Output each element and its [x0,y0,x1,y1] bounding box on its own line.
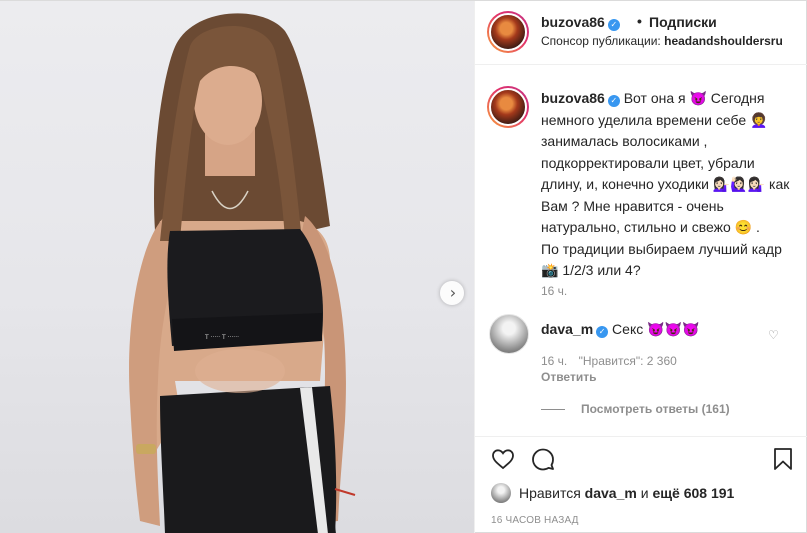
likes-prefix: Нравится [519,485,581,501]
sponsor-link[interactable]: headandshouldersru [664,34,783,48]
chevron-right-icon: › [449,283,457,302]
verified-badge-icon: ✓ [596,326,609,338]
comment-time[interactable]: 16 ч. [541,354,567,368]
post-timestamp[interactable]: 16 ЧАСОВ НАЗАД [491,515,579,526]
bookmark-icon[interactable] [772,447,794,474]
woman-photo-illustration: T ····· T ······ [129,13,356,533]
comment-text: dava_m ✓ Секс 😈😈😈 [541,321,699,338]
caption-text: buzova86 ✓ Вот она я 😈 Сегодня немного уд… [541,88,791,282]
action-bar [475,436,807,476]
caption-body: Вот она я 😈 Сегодня немного уделила врем… [541,90,790,235]
comment-meta: 16 ч. "Нравится": 2 360 [541,354,685,368]
comment-body: Секс 😈😈😈 [612,321,700,337]
likes-line: Нравится dava_m и ещё 608 191 [491,480,734,506]
svg-text:T ····· T ······: T ····· T ······ [204,334,239,341]
comment-username[interactable]: dava_m [541,321,593,337]
comment-icon[interactable] [531,447,555,474]
caption-time[interactable]: 16 ч. [541,284,567,298]
view-replies-button[interactable]: Посмотреть ответы (161) [541,402,730,416]
post-photo[interactable]: T ····· T ······ › [0,1,474,533]
sponsor-line: Спонсор публикации: headandshouldersru [541,34,783,48]
follow-button[interactable]: Подписки [649,14,717,30]
divider-line [541,408,565,410]
caption-avatar[interactable] [487,86,529,128]
likes-middle: и [640,485,649,501]
comment-like-icon[interactable]: ♡ [768,328,779,342]
caption-body-2: По традиции выбираем лучший кадр 📸 1/2/3… [541,240,782,279]
verified-badge-icon: ✓ [607,19,620,31]
sponsor-prefix: Спонсор публикации: [541,34,661,48]
comments-section: buzova86 ✓ Вот она я 😈 Сегодня немного уд… [475,66,807,436]
liker-username[interactable]: dava_m [585,485,637,501]
post-header: buzova86 ✓ • Подписки Спонсор публикации:… [475,1,807,65]
heart-icon[interactable] [491,447,515,474]
reply-button[interactable]: Ответить [541,370,596,384]
instagram-post: T ····· T ······ › buzova86 ✓ • Подписки … [0,0,807,533]
author-username[interactable]: buzova86 [541,14,605,30]
author-avatar[interactable] [487,11,529,53]
likes-count[interactable]: ещё 608 191 [652,485,734,501]
next-photo-button[interactable]: › [440,281,464,305]
liker-avatar[interactable] [491,483,511,503]
post-sidebar: buzova86 ✓ • Подписки Спонсор публикации:… [474,1,807,533]
commenter-avatar[interactable] [489,314,529,354]
caption-username[interactable]: buzova86 [541,90,605,106]
header-separator: • [637,13,642,29]
view-replies-label: Посмотреть ответы (161) [581,402,730,416]
comment-likes[interactable]: "Нравится": 2 360 [579,354,677,368]
verified-badge-icon: ✓ [607,95,620,107]
